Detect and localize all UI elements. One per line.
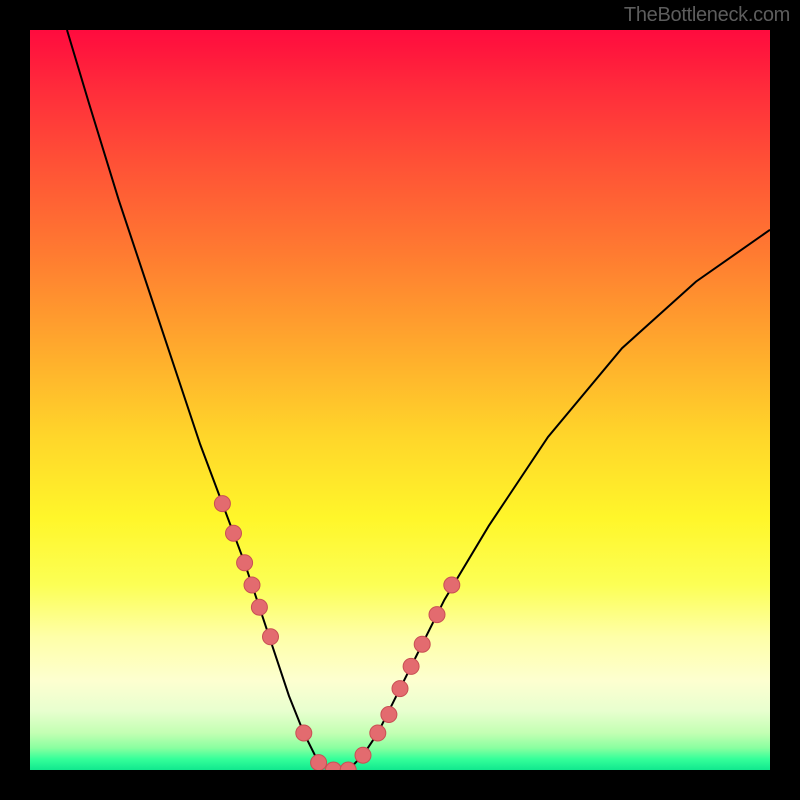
curve-marker	[226, 525, 242, 541]
curve-marker	[296, 725, 312, 741]
curve-marker	[392, 681, 408, 697]
curve-marker	[381, 707, 397, 723]
curve-marker	[414, 636, 430, 652]
curve-marker	[251, 599, 267, 615]
chart-frame: TheBottleneck.com	[0, 0, 800, 800]
curve-marker	[355, 747, 371, 763]
bottleneck-curve-line	[67, 30, 770, 770]
curve-marker	[370, 725, 386, 741]
curve-marker	[403, 658, 419, 674]
curve-marker	[214, 496, 230, 512]
curve-markers	[214, 496, 459, 770]
curve-marker	[237, 555, 253, 571]
curve-marker	[429, 607, 445, 623]
curve-marker	[244, 577, 260, 593]
curve-marker	[263, 629, 279, 645]
plot-area	[30, 30, 770, 770]
curve-marker	[311, 755, 327, 770]
watermark-text: TheBottleneck.com	[624, 4, 790, 27]
curve-marker	[325, 762, 341, 770]
bottleneck-curve-svg	[30, 30, 770, 770]
curve-marker	[444, 577, 460, 593]
